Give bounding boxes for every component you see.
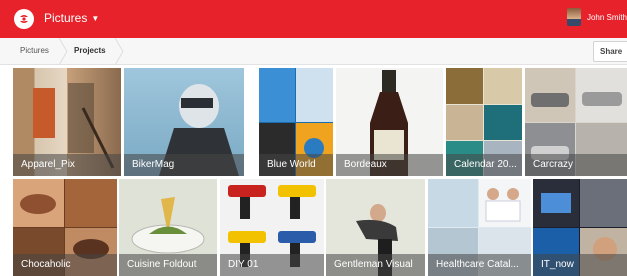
project-tile-cuisine-foldout[interactable]: Cuisine Foldout: [119, 179, 217, 276]
tile-label: Carcrazy: [525, 154, 627, 176]
share-button[interactable]: Share: [593, 41, 627, 62]
project-tile-blue-world[interactable]: Blue World: [259, 68, 333, 176]
user-name: John Smith: [586, 12, 627, 22]
project-tile-diy-01[interactable]: DIY 01: [220, 179, 324, 276]
tile-label: DIY 01: [220, 254, 324, 276]
tile-label: Chocaholic: [13, 254, 117, 276]
project-tile-healthcare-catalog[interactable]: Healthcare Catal...: [428, 179, 531, 276]
avatar: [566, 8, 581, 26]
tile-label: Bordeaux: [336, 154, 443, 176]
chevron-down-icon: ▼: [91, 13, 100, 23]
project-tile-bordeaux[interactable]: Bordeaux: [336, 68, 443, 176]
project-tile-gentleman-visual[interactable]: Gentleman Visual: [326, 179, 425, 276]
tile-label: IT_now: [533, 254, 627, 276]
project-tile-it-now[interactable]: IT_now: [533, 179, 627, 276]
top-bar: Pictures ▼ John Smith: [0, 0, 627, 38]
breadcrumb: Pictures Projects Share: [0, 38, 627, 65]
project-tile-carcrazy[interactable]: Carcrazy: [525, 68, 627, 176]
breadcrumb-item-pictures[interactable]: Pictures: [20, 46, 49, 55]
tile-label: Gentleman Visual: [326, 254, 425, 276]
project-grid: Apparel_Pix BikerMag Blue World Bordeaux…: [0, 65, 627, 276]
project-tile-chocaholic[interactable]: Chocaholic: [13, 179, 117, 276]
tile-label: Apparel_Pix: [13, 154, 121, 176]
tile-label: Cuisine Foldout: [119, 254, 217, 276]
tile-label: Blue World: [259, 154, 333, 176]
project-tile-apparel-pix[interactable]: Apparel_Pix: [13, 68, 121, 176]
tile-label: BikerMag: [124, 154, 244, 176]
user-menu[interactable]: John Smith: [566, 8, 627, 26]
project-tile-bikermag[interactable]: BikerMag: [124, 68, 244, 176]
tile-label: Calendar 20...: [446, 154, 522, 176]
chevron-right-icon: [113, 38, 127, 65]
chevron-right-icon: [57, 38, 71, 65]
app-logo-icon[interactable]: [14, 9, 34, 29]
project-tile-calendar[interactable]: Calendar 20...: [446, 68, 522, 176]
breadcrumb-item-projects[interactable]: Projects: [74, 46, 106, 55]
app-title: Pictures: [44, 11, 88, 25]
tile-label: Healthcare Catal...: [428, 254, 531, 276]
app-menu-button[interactable]: Pictures ▼: [44, 11, 99, 25]
